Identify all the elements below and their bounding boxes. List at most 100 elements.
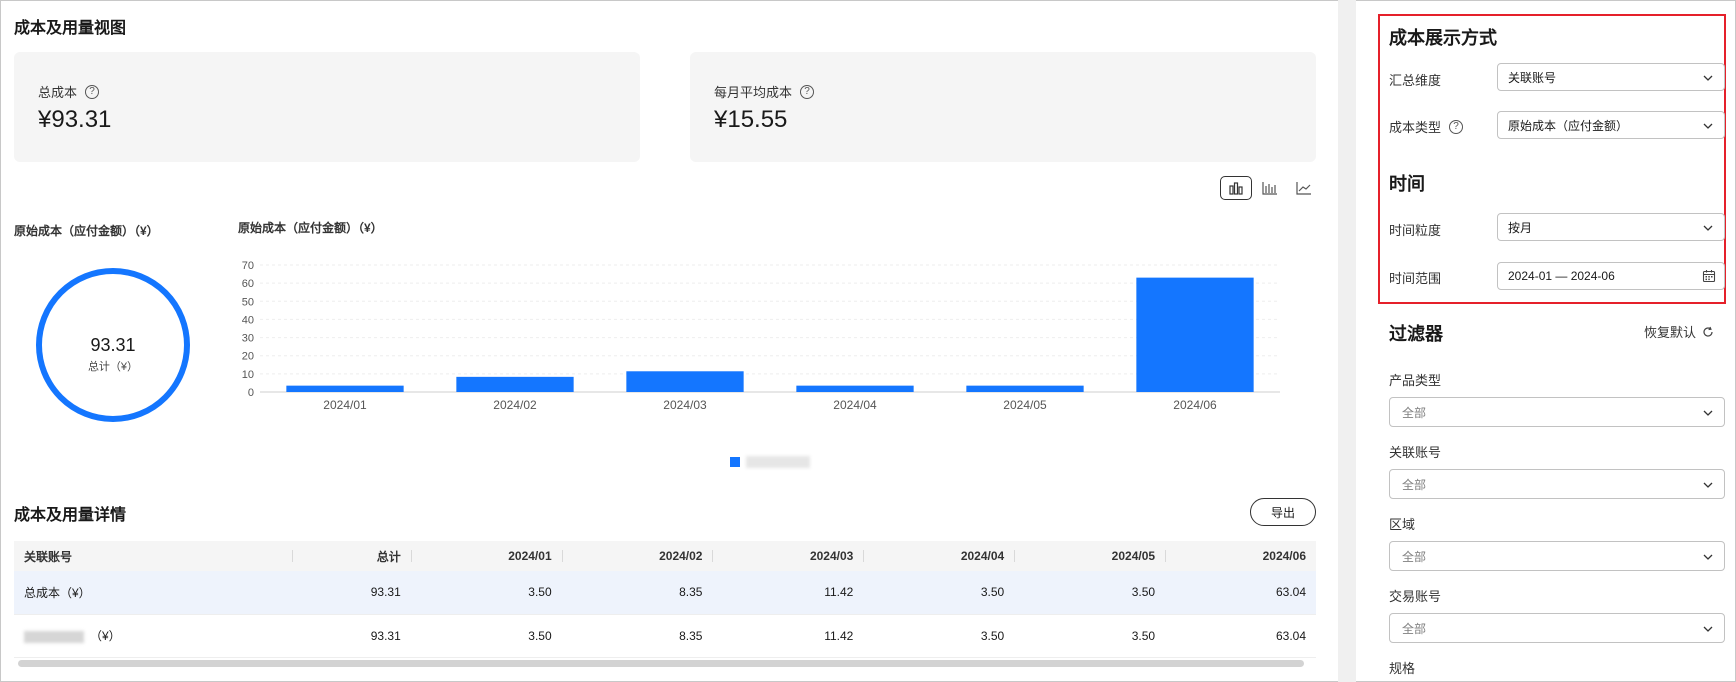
table-cell: 3.50 xyxy=(410,571,562,615)
help-icon[interactable]: ? xyxy=(85,84,100,99)
filter-product-type-label: 产品类型 xyxy=(1389,373,1442,388)
filter-value: 全部 xyxy=(1402,621,1427,636)
filter-region-select[interactable]: 全部 xyxy=(1389,541,1725,571)
table-cell: 8.35 xyxy=(561,571,713,615)
chevron-down-icon xyxy=(1703,123,1713,129)
table-cell: 11.42 xyxy=(712,571,864,615)
table-row: （¥） 93.31 3.50 8.35 11.42 3.50 3.50 63.0… xyxy=(14,614,1316,658)
table-cell: 63.04 xyxy=(1165,571,1316,615)
table-cell: 3.50 xyxy=(863,614,1015,658)
legend-swatch xyxy=(730,457,740,467)
granularity-label: 时间粒度 xyxy=(1389,223,1442,238)
export-button[interactable]: 导出 xyxy=(1250,498,1316,526)
bar-chart-icon[interactable] xyxy=(1220,176,1252,200)
date-range-value: 2024-01 — 2024-06 xyxy=(1508,269,1615,283)
x-tick-label: 2024/02 xyxy=(493,398,537,412)
granularity-value: 按月 xyxy=(1508,220,1533,235)
chevron-down-icon xyxy=(1703,554,1713,560)
x-tick-label: 2024/03 xyxy=(663,398,707,412)
total-cost-label: 总成本 xyxy=(38,85,78,100)
monthly-avg-value: ¥15.55 xyxy=(714,106,788,133)
cost-type-label-row: 成本类型 ? xyxy=(1389,117,1464,136)
legend-label-redacted xyxy=(746,456,810,468)
reset-default-link[interactable]: 恢复默认 xyxy=(1644,322,1714,341)
x-tick-label: 2024/05 xyxy=(1003,398,1047,412)
filter-trade-account-label: 交易账号 xyxy=(1389,589,1442,604)
monthly-avg-cost-card: 每月平均成本 ? ¥15.55 xyxy=(690,52,1316,162)
monthly-avg-label-row: 每月平均成本 ? xyxy=(714,82,815,101)
chevron-down-icon xyxy=(1703,410,1713,416)
chevron-down-icon xyxy=(1703,482,1713,488)
cost-type-label: 成本类型 xyxy=(1389,120,1442,135)
y-tick-label: 30 xyxy=(242,333,254,345)
date-range-picker[interactable]: 2024-01 — 2024-06 xyxy=(1497,262,1725,290)
calendar-icon xyxy=(1702,270,1716,283)
redacted-account xyxy=(24,630,84,643)
table-row: 总成本（¥） 93.31 3.50 8.35 11.42 3.50 3.50 6… xyxy=(14,571,1316,615)
monthly-avg-label: 每月平均成本 xyxy=(714,85,793,100)
donut-total-value: 93.31 xyxy=(90,335,136,355)
y-tick-label: 20 xyxy=(242,351,254,363)
bar xyxy=(456,376,574,392)
table-cell: 3.50 xyxy=(410,614,562,658)
stacked-bar-icon[interactable] xyxy=(1254,176,1286,200)
filter-linked-account-select[interactable]: 全部 xyxy=(1389,469,1725,499)
display-mode-heading: 成本展示方式 xyxy=(1389,28,1497,48)
table-cell: 3.50 xyxy=(863,571,1015,615)
y-tick-label: 50 xyxy=(242,296,254,308)
filter-product-type-select[interactable]: 全部 xyxy=(1389,397,1725,427)
filter-region-label: 区域 xyxy=(1389,517,1416,532)
summary-dim-value: 关联账号 xyxy=(1508,70,1557,85)
y-tick-label: 70 xyxy=(242,260,254,272)
row-name-cell: （¥） xyxy=(14,614,292,658)
table-cell: 3.50 xyxy=(1014,571,1166,615)
horizontal-scrollbar[interactable] xyxy=(18,660,1304,667)
bar xyxy=(626,371,744,392)
line-chart-icon[interactable] xyxy=(1288,176,1320,200)
time-heading: 时间 xyxy=(1389,174,1425,194)
col-header[interactable]: 2024/04 xyxy=(863,541,1015,571)
refresh-icon xyxy=(1703,326,1713,337)
row-name: （¥） xyxy=(90,629,121,643)
granularity-select[interactable]: 按月 xyxy=(1497,213,1725,241)
help-icon[interactable]: ? xyxy=(800,84,815,99)
col-header[interactable]: 2024/03 xyxy=(712,541,864,571)
cost-bar-chart: 0 10 20 30 40 50 60 70 2024/01 2024/02 2024/03 2024… xyxy=(242,260,1280,412)
highlight-box xyxy=(1378,14,1726,304)
chevron-down-icon xyxy=(1703,75,1713,81)
total-cost-value: ¥93.31 xyxy=(38,106,112,133)
cost-type-select[interactable]: 原始成本（应付金额） xyxy=(1497,111,1725,139)
bar-chart-title: 原始成本（应付金额）（¥） xyxy=(238,221,383,235)
y-tick-label: 60 xyxy=(242,278,254,290)
detail-title: 成本及用量详情 xyxy=(14,507,127,524)
y-tick-label: 10 xyxy=(242,369,254,381)
range-label: 时间范围 xyxy=(1389,271,1442,286)
filter-trade-account-select[interactable]: 全部 xyxy=(1389,613,1725,643)
chevron-down-icon xyxy=(1703,225,1713,231)
y-tick-label: 0 xyxy=(248,387,254,399)
row-name: 总成本（¥） xyxy=(14,571,292,615)
x-tick-label: 2024/06 xyxy=(1173,398,1217,412)
cost-type-value: 原始成本（应付金额） xyxy=(1508,118,1629,133)
col-header[interactable]: 2024/05 xyxy=(1014,541,1166,571)
total-cost-label-row: 总成本 ? xyxy=(38,82,100,101)
donut-title: 原始成本（应付金额）（¥） xyxy=(14,224,159,238)
col-header[interactable]: 关联账号 xyxy=(14,541,292,571)
col-header[interactable]: 总计 xyxy=(291,541,411,571)
filter-heading: 过滤器 xyxy=(1389,324,1443,344)
table-cell: 8.35 xyxy=(561,614,713,658)
col-header[interactable]: 2024/06 xyxy=(1165,541,1316,571)
help-icon[interactable]: ? xyxy=(1449,119,1464,134)
table-cell: 93.31 xyxy=(291,614,411,658)
filter-value: 全部 xyxy=(1402,477,1427,492)
col-header[interactable]: 2024/01 xyxy=(410,541,562,571)
bar xyxy=(1136,277,1254,392)
chart-legend[interactable] xyxy=(730,456,810,468)
col-header[interactable]: 2024/02 xyxy=(561,541,713,571)
table-cell: 93.31 xyxy=(291,571,411,615)
summary-dim-select[interactable]: 关联账号 xyxy=(1497,63,1725,91)
panel-divider xyxy=(1338,0,1356,682)
chart-type-toggle xyxy=(1220,176,1320,200)
summary-dim-label: 汇总维度 xyxy=(1389,73,1442,88)
main-panel: 成本及用量视图 总成本 ? ¥93.31 每月平均成本 ? ¥15.55 原始成… xyxy=(0,0,1338,682)
